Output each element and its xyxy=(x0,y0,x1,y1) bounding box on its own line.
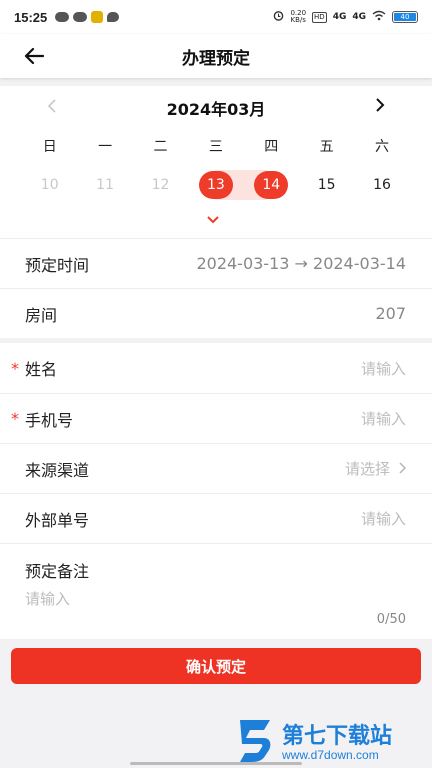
selected-start-day: 13 xyxy=(198,171,233,199)
arrow-left-icon xyxy=(24,47,44,65)
room-value: 207 xyxy=(375,304,406,323)
booking-time-row: 预定时间 2024-03-13 → 2024-03-14 xyxy=(0,238,432,288)
confirm-booking-button[interactable]: 确认预定 xyxy=(11,648,421,684)
weekday-label: 一 xyxy=(98,139,113,155)
weekday-label: 日 xyxy=(42,139,57,155)
room-label: 房间 xyxy=(25,305,58,325)
page-title: 办理预定 xyxy=(182,48,250,69)
battery-level: 40 xyxy=(394,13,416,21)
source-select[interactable]: 请选择 xyxy=(345,458,390,479)
name-input[interactable]: 请输入 xyxy=(361,358,406,379)
weekday-label: 六 xyxy=(375,139,390,155)
notification-icon xyxy=(55,12,70,22)
network-rate: 0.20 KB/s xyxy=(290,9,307,24)
remark-char-count: 0/50 xyxy=(376,612,406,627)
required-mark: * xyxy=(11,358,19,378)
signal-4g-2: 4G xyxy=(352,12,366,22)
calendar-day[interactable]: 10 xyxy=(22,170,77,200)
calendar-day[interactable]: 12 xyxy=(133,170,188,200)
weekday-label: 五 xyxy=(319,139,334,155)
phone-row: * 手机号 请输入 xyxy=(0,393,432,443)
app-notification-icon xyxy=(91,11,104,23)
watermark-title: 第七下载站 xyxy=(282,724,393,749)
booking-time-value: 2024-03-13 → 2024-03-14 xyxy=(196,254,406,273)
watermark: 第七下载站 www.d7down.com xyxy=(236,716,426,766)
signal-4g-1: 4G xyxy=(332,12,347,22)
calendar-day[interactable]: 15 xyxy=(299,170,354,200)
required-mark: * xyxy=(11,409,19,428)
external-order-label: 外部单号 xyxy=(25,510,90,530)
calendar: 2024年03月 日 一 二 三 四 五 六 10 11 12 13 14 15… xyxy=(0,86,432,238)
expand-calendar-button[interactable] xyxy=(206,210,226,224)
chevron-down-icon xyxy=(207,216,219,224)
external-order-row: 外部单号 请输入 xyxy=(0,493,432,543)
weekday-label: 四 xyxy=(264,139,279,155)
calendar-day[interactable]: 11 xyxy=(77,170,132,200)
prev-month-button[interactable] xyxy=(42,98,62,118)
chevron-right-icon xyxy=(398,459,407,478)
name-row: * 姓名 请输入 xyxy=(0,343,432,393)
calendar-month: 2024年03月 xyxy=(166,100,266,119)
weekday-label: 二 xyxy=(153,139,168,155)
watermark-logo-icon xyxy=(240,720,271,762)
battery-icon: 40 xyxy=(392,11,418,23)
remark-field: 预定备注 请输入 0/50 xyxy=(0,543,432,639)
status-bar: 15:25 0.20 KB/s HD 4G 4G 40 xyxy=(0,0,432,34)
guest-form: * 姓名 请输入 * 手机号 请输入 来源渠道 请选择 外部单号 请输入 预定备… xyxy=(0,343,432,639)
chevron-right-icon xyxy=(376,98,385,112)
back-button[interactable] xyxy=(20,42,48,70)
weekday-label: 三 xyxy=(208,139,223,155)
remark-label: 预定备注 xyxy=(25,562,90,581)
source-row[interactable]: 来源渠道 请选择 xyxy=(0,443,432,493)
message-icon xyxy=(107,12,120,22)
app-header: 办理预定 xyxy=(0,34,432,78)
calendar-nav: 2024年03月 xyxy=(0,86,432,130)
phone-input[interactable]: 请输入 xyxy=(361,408,406,429)
phone-label: 手机号 xyxy=(25,410,74,430)
calendar-day[interactable]: 16 xyxy=(354,170,409,200)
notification-icon xyxy=(73,12,88,22)
home-indicator xyxy=(130,762,302,765)
next-month-button[interactable] xyxy=(370,96,390,116)
watermark-url: www.d7down.com xyxy=(282,748,379,762)
status-time: 15:25 xyxy=(14,9,48,25)
notification-icons xyxy=(55,11,120,23)
booking-info: 预定时间 2024-03-13 → 2024-03-14 房间 207 xyxy=(0,238,432,338)
days-row: 10 11 12 13 14 15 16 xyxy=(22,170,410,200)
remark-input[interactable]: 请输入 xyxy=(25,588,406,609)
chevron-left-icon xyxy=(47,99,56,113)
status-right: 0.20 KB/s HD 4G 4G 40 xyxy=(273,10,418,24)
selected-end-day: 14 xyxy=(254,171,289,199)
hd-badge: HD xyxy=(312,11,327,23)
wifi-icon xyxy=(372,10,386,24)
name-label: 姓名 xyxy=(25,360,58,379)
alarm-icon xyxy=(273,10,284,24)
external-order-input[interactable]: 请输入 xyxy=(361,508,406,529)
booking-time-label: 预定时间 xyxy=(25,255,90,275)
room-row: 房间 207 xyxy=(0,288,432,338)
weekday-row: 日 一 二 三 四 五 六 xyxy=(22,136,410,156)
source-label: 来源渠道 xyxy=(25,460,90,480)
